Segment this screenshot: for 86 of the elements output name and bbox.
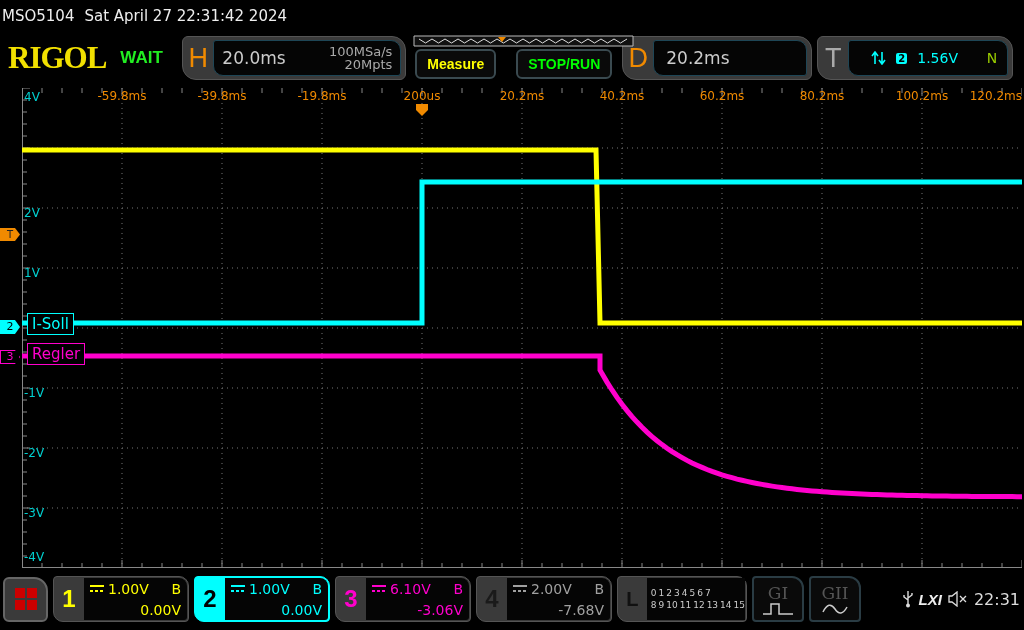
- run-status: WAIT: [120, 48, 164, 68]
- voltage-axis-label: -2V: [24, 446, 45, 460]
- vertical-scale: 6.10V: [390, 580, 432, 597]
- time-axis-label: -59.8ms: [97, 89, 147, 103]
- horizontal-panel[interactable]: H 20.0ms 100MSa/s 20Mpts: [182, 36, 407, 80]
- channel-label: I-Soll: [27, 313, 74, 335]
- dc-coupling-icon: [372, 584, 386, 593]
- pulse-icon: [763, 603, 793, 615]
- channel-marker[interactable]: 3: [0, 350, 20, 364]
- time-axis-label: 120.2ms: [969, 89, 1022, 103]
- voltage-axis-label: 2V: [24, 206, 40, 220]
- logic-bit: 15: [733, 600, 745, 610]
- logic-bit: 13: [706, 600, 719, 610]
- voltage-axis-label: -3V: [24, 506, 45, 520]
- vertical-offset: 0.00V: [281, 601, 322, 618]
- logic-bit: 4: [681, 588, 688, 598]
- logic-bit: 12: [693, 600, 705, 610]
- vertical-offset: -3.06V: [417, 601, 463, 618]
- logic-bit: 11: [679, 600, 692, 610]
- trigger-level: 1.56V: [917, 50, 958, 66]
- lxi-logo: LXI: [918, 590, 942, 608]
- logic-bit: 6: [697, 588, 703, 598]
- vertical-offset: 0.00V: [140, 601, 181, 618]
- bandwidth-limit: B: [453, 580, 463, 597]
- delay-panel[interactable]: D 20.2ms: [622, 36, 813, 80]
- time-axis-label: 80.2ms: [799, 89, 845, 103]
- sample-rate: 100MSa/s: [328, 45, 393, 58]
- trigger-level-marker: T: [0, 228, 20, 241]
- bandwidth-limit: B: [312, 580, 322, 597]
- channel-panel[interactable]: 3 6.10V B -3.06V: [335, 576, 471, 622]
- logic-bit: 9: [658, 600, 665, 610]
- grid-icon: [14, 588, 37, 610]
- channel-marker[interactable]: 2: [0, 320, 20, 334]
- vertical-scale: 1.00V: [108, 580, 150, 597]
- voltage-axis-label: -4V: [24, 550, 45, 564]
- vertical-scale: 1.00V: [249, 580, 291, 597]
- speaker-muted-icon: [947, 591, 968, 607]
- either-edge-icon: [871, 51, 887, 65]
- time-axis-label: -39.8ms: [197, 89, 247, 103]
- trigger-source: 2: [896, 52, 908, 64]
- usb-icon: [902, 590, 913, 608]
- dc-coupling-icon: [513, 584, 527, 593]
- logic-bit: 10: [666, 600, 678, 610]
- logic-bit: 2: [666, 588, 672, 598]
- voltage-axis-label: 4V: [24, 90, 40, 104]
- bandwidth-limit: B: [594, 580, 604, 597]
- trigger-panel[interactable]: T 2 1.56V N: [817, 36, 1014, 80]
- vertical-scale: 2.00V: [531, 580, 573, 597]
- logic-bit: 14: [720, 600, 732, 610]
- logic-bit: 8: [650, 600, 657, 610]
- dc-coupling-icon: [90, 584, 104, 593]
- time-axis-label: -19.8ms: [297, 89, 347, 103]
- dc-coupling-icon: [231, 584, 245, 593]
- time-axis-label: 20.2ms: [499, 89, 545, 103]
- brand-logo: RIGOL: [8, 40, 107, 76]
- menu-button[interactable]: [3, 576, 48, 622]
- channel-panel[interactable]: 1 1.00V B 0.00V: [53, 576, 189, 622]
- timebase-value: 20.0ms: [222, 48, 286, 68]
- logic-bit: 7: [704, 588, 711, 598]
- memory-depth: 20Mpts: [344, 58, 393, 71]
- time-axis-label: 40.2ms: [599, 89, 645, 103]
- delay-value: 20.2ms: [666, 48, 730, 68]
- channel-label: Regler: [27, 343, 86, 365]
- date-time: Sat April 27 22:31:42 2024: [84, 7, 288, 25]
- channel-panel[interactable]: 2 1.00V B 0.00V: [194, 576, 330, 622]
- time-axis-label: 100.2ms: [895, 89, 949, 103]
- trigger-mode: N: [986, 50, 998, 66]
- voltage-axis-label: -1V: [24, 386, 45, 400]
- channel-number: 2: [202, 584, 218, 614]
- logic-bit: 5: [689, 588, 696, 598]
- sine-wave-icon: [822, 603, 848, 615]
- stop-run-button[interactable]: STOP/RUN: [516, 49, 613, 79]
- voltage-axis-label: 1V: [24, 266, 40, 280]
- time-axis-label: 60.2ms: [699, 89, 745, 103]
- trigger-position-marker: [416, 104, 428, 116]
- measure-button[interactable]: Measure: [415, 49, 497, 79]
- vertical-offset: -7.68V: [558, 601, 604, 618]
- channel-number: 3: [343, 584, 359, 614]
- clock: 22:31: [973, 589, 1020, 609]
- model-name: MSO5104: [2, 7, 75, 25]
- time-axis-label: 200us: [403, 89, 441, 103]
- logic-bit: 3: [674, 588, 680, 598]
- logic-bit: 1: [658, 588, 665, 598]
- logic-bit: 0: [650, 588, 657, 598]
- bandwidth-limit: B: [171, 580, 181, 597]
- channel-number: 1: [61, 584, 77, 614]
